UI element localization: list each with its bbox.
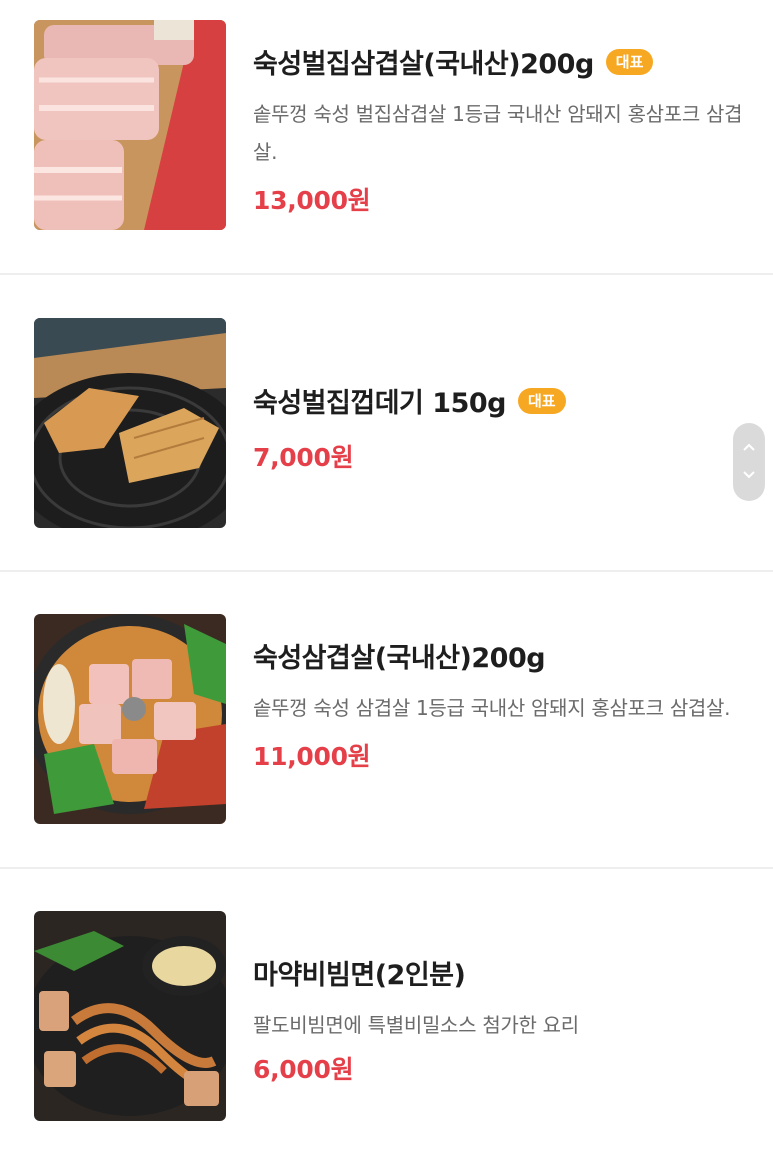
menu-item-photo [34, 20, 226, 230]
menu-item-title: 마약비빔면(2인분) [253, 960, 466, 991]
menu-item-price: 6,000원 [253, 1055, 354, 1084]
scroll-control[interactable] [733, 423, 765, 501]
menu-item[interactable]: 숙성삼겹살(국내산)200g 솥뚜껑 숙성 삼겹살 1등급 국내산 암돼지 홍삼… [0, 572, 773, 869]
featured-badge: 대표 [605, 48, 654, 75]
menu-item[interactable]: 숙성벌집껍데기 150g 대표 7,000원 [0, 275, 773, 572]
chevron-up-icon[interactable] [742, 441, 756, 455]
featured-badge: 대표 [517, 387, 566, 414]
chevron-down-icon[interactable] [742, 467, 756, 481]
menu-item-title: 숙성벌집껍데기 150g [253, 388, 506, 419]
menu-item-photo [34, 318, 226, 528]
menu-item[interactable]: 마약비빔면(2인분) 팔도비빔면에 특별비밀소스 첨가한 요리 6,000원 [0, 869, 773, 1156]
menu-item-price: 13,000원 [253, 186, 371, 215]
menu-item-photo [34, 911, 226, 1121]
menu-item-title: 숙성벌집삼겹살(국내산)200g [253, 49, 594, 80]
menu-item-description: 팔도비빔면에 특별비밀소스 첨가한 요리 [253, 1013, 579, 1037]
menu-item-title: 숙성삼겹살(국내산)200g [253, 643, 546, 674]
menu-item-photo [34, 614, 226, 824]
menu-item-price: 7,000원 [253, 443, 354, 472]
menu-item[interactable]: 숙성벌집삼겹살(국내산)200g 대표 솥뚜껑 숙성 벌집삼겹살 1등급 국내산… [0, 0, 773, 275]
menu-item-description: 솥뚜껑 숙성 삼겹살 1등급 국내산 암돼지 홍삼포크 삼겹살. [253, 696, 731, 720]
menu-item-price: 11,000원 [253, 742, 371, 771]
menu-item-description: 솥뚜껑 숙성 벌집삼겹살 1등급 국내산 암돼지 홍삼포크 삼겹살. [253, 102, 743, 164]
